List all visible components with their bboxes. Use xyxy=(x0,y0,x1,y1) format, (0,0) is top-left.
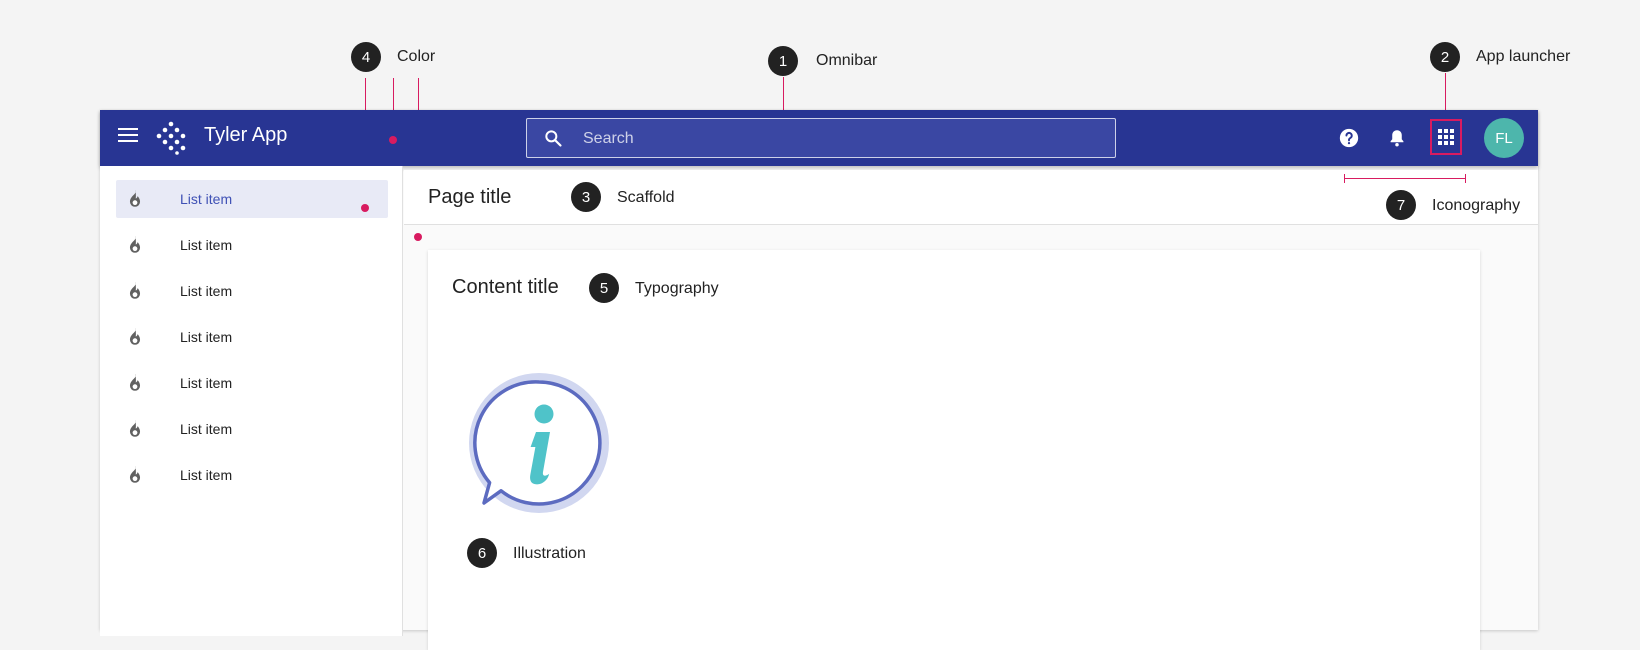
annotation-bracket-iconography xyxy=(1344,178,1466,179)
annotation-badge-3: 3 xyxy=(571,182,601,212)
content-title: Content title xyxy=(452,276,559,298)
search-box[interactable] xyxy=(526,118,1116,159)
annotation-badge-7: 7 xyxy=(1386,190,1416,220)
annotation-dot-color-selection xyxy=(361,204,369,212)
annotation-dot-color-background xyxy=(414,233,422,241)
app-title: Tyler App xyxy=(204,124,288,146)
annotation-label-app-launcher: App launcher xyxy=(1476,48,1571,65)
annotation-badge-1: 1 xyxy=(768,46,798,76)
menu-icon[interactable] xyxy=(118,128,138,146)
avatar[interactable]: FL xyxy=(1484,118,1524,158)
sidebar-item-label: List item xyxy=(180,329,233,345)
sidebar-item-6[interactable]: List item xyxy=(116,410,388,448)
app-launcher-button[interactable] xyxy=(1430,119,1462,155)
sidebar-item-4[interactable]: List item xyxy=(116,318,388,356)
info-illustration xyxy=(469,373,609,513)
sidebar-item-label: List item xyxy=(180,191,233,207)
annotation-label-scaffold: Scaffold xyxy=(617,189,675,206)
annotation-bracket-iconography-left xyxy=(1344,174,1345,183)
flame-icon xyxy=(129,235,141,253)
annotation-label-omnibar: Omnibar xyxy=(816,52,878,69)
sidebar: List item List item List item List item xyxy=(100,166,403,636)
annotation-bracket-iconography-right xyxy=(1465,174,1466,183)
annotation-badge-2: 2 xyxy=(1430,42,1460,72)
annotation-line-omnibar xyxy=(783,77,784,110)
apps-grid-icon xyxy=(1438,129,1454,145)
sidebar-item-label: List item xyxy=(180,237,233,253)
annotation-label-typography: Typography xyxy=(635,280,719,297)
sidebar-item-7[interactable]: List item xyxy=(116,456,388,494)
sidebar-item-label: List item xyxy=(180,375,233,391)
search-icon xyxy=(545,130,562,147)
omnibar: Tyler App FL xyxy=(100,110,1538,166)
sidebar-item-label: List item xyxy=(180,467,233,483)
annotation-badge-6: 6 xyxy=(467,538,497,568)
annotation-label-color: Color xyxy=(397,48,436,65)
annotation-badge-4: 4 xyxy=(351,42,381,72)
annotation-label-iconography: Iconography xyxy=(1432,197,1521,214)
sidebar-item-label: List item xyxy=(180,421,233,437)
flame-icon xyxy=(129,419,141,437)
sidebar-item-2[interactable]: List item xyxy=(116,226,388,264)
annotation-badge-5: 5 xyxy=(589,273,619,303)
page-title: Page title xyxy=(428,186,512,208)
flame-icon xyxy=(129,281,141,299)
flame-icon xyxy=(129,465,141,483)
annotation-dot-color-omnibar xyxy=(389,136,397,144)
help-icon[interactable] xyxy=(1338,127,1360,149)
search-input[interactable] xyxy=(581,119,1105,159)
content-card: Content title xyxy=(428,250,1480,650)
logo-icon xyxy=(156,121,186,155)
annotation-label-illustration: Illustration xyxy=(513,545,586,562)
sidebar-item-label: List item xyxy=(180,283,233,299)
app-window: Tyler App FL xyxy=(100,110,1538,650)
flame-icon xyxy=(129,189,141,207)
sidebar-item-5[interactable]: List item xyxy=(116,364,388,402)
flame-icon xyxy=(129,327,141,345)
sidebar-item-3[interactable]: List item xyxy=(116,272,388,310)
sidebar-item-1[interactable]: List item xyxy=(116,180,388,218)
bell-icon[interactable] xyxy=(1386,127,1408,149)
flame-icon xyxy=(129,373,141,391)
